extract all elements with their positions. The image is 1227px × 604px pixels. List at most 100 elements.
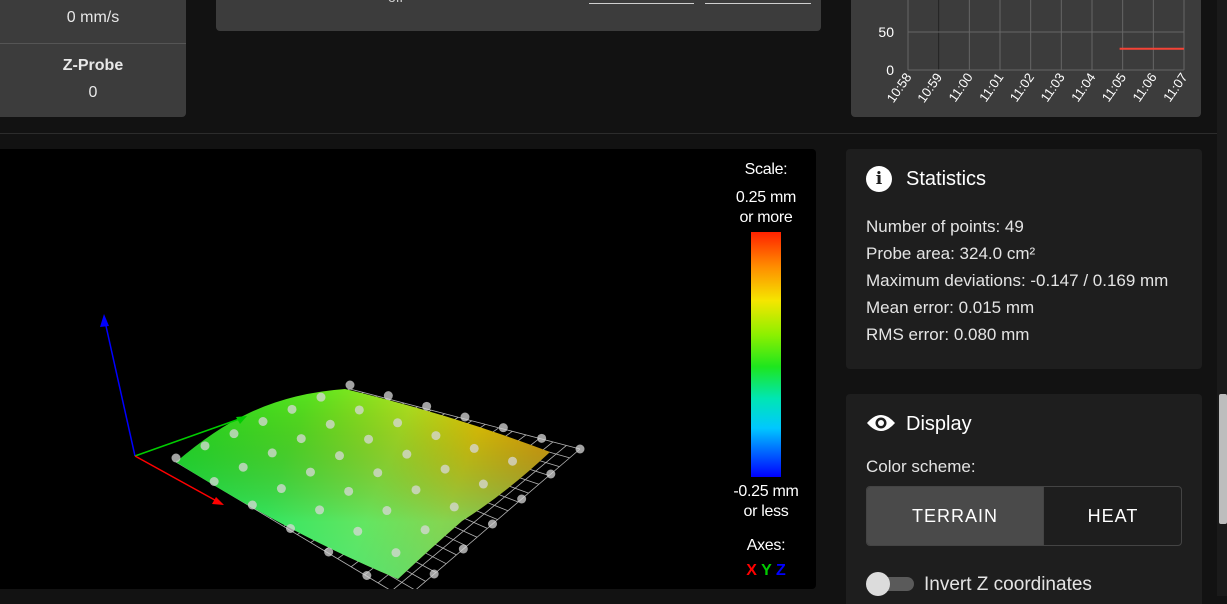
axes-title: Axes: <box>746 537 786 554</box>
probe-point <box>200 441 210 451</box>
fan-card: off <box>216 0 821 31</box>
axes-legend: X Y Z <box>720 562 812 580</box>
probe-point <box>315 505 325 515</box>
chart-x-tick: 11:06 <box>1129 70 1159 104</box>
scale-title: Scale: <box>744 161 788 178</box>
color-scale-bar <box>751 232 781 477</box>
probe-point <box>449 502 459 512</box>
probe-point <box>469 443 479 453</box>
stat-deviations: Maximum deviations: -0.147 / 0.169 mm <box>866 271 1169 290</box>
eye-icon <box>867 415 895 431</box>
probe-point <box>546 469 556 479</box>
probe-point <box>383 391 393 401</box>
probe-point <box>238 462 248 472</box>
color-scheme-toggle: TERRAIN HEAT <box>866 486 1182 546</box>
heightmap-3d-view[interactable] <box>0 149 720 589</box>
section-divider <box>0 133 1227 134</box>
probe-point <box>287 404 297 414</box>
temperature-chart-card: 50 0 10:58 10:59 11:00 11:01 11:02 11:03 11:04 11… <box>851 0 1201 117</box>
color-scheme-label: Color scheme: <box>866 457 976 476</box>
speed-value: 0 mm/s <box>66 9 120 26</box>
chart-x-tick: 11:03 <box>1037 70 1067 104</box>
probe-point <box>316 392 326 402</box>
probe-point <box>354 405 364 415</box>
probe-point <box>508 456 518 466</box>
probe-point <box>353 526 363 536</box>
probe-point <box>276 484 286 494</box>
axis-z-label: Z <box>775 562 786 579</box>
scale-min-line2: or less <box>743 503 789 520</box>
fan-state: off <box>388 0 403 5</box>
probe-point <box>229 429 239 439</box>
info-icon: i <box>866 166 892 192</box>
axis-x-label: X <box>746 562 757 579</box>
probe-point <box>258 417 268 426</box>
probe-point <box>325 419 335 429</box>
temperature-chart: 50010:58 10:59 11:00 11:01 11:02 11:03 11:04 11… <box>878 0 1190 105</box>
probe-point <box>305 467 315 477</box>
probe-point <box>458 544 468 554</box>
chart-x-tick: 11:07 <box>1160 70 1190 104</box>
probe-point <box>364 434 374 444</box>
terrain-button[interactable]: TERRAIN <box>867 487 1043 545</box>
display-card: Display Color scheme: TERRAIN HEAT Inver… <box>846 394 1202 604</box>
probe-point <box>440 464 450 474</box>
stat-rms: RMS error: 0.080 mm <box>866 325 1030 344</box>
statistics-title: Statistics <box>906 168 987 190</box>
chart-x-tick: 11:00 <box>945 70 975 104</box>
scale-min-line1: -0.25 mm <box>733 483 799 500</box>
probe-point <box>344 486 354 496</box>
probe-point <box>429 569 439 579</box>
probe-point <box>171 453 181 463</box>
scrollbar-thumb[interactable] <box>1219 394 1227 524</box>
scale-max-line1: 0.25 mm <box>735 189 797 206</box>
probe-point <box>391 548 401 558</box>
chart-x-tick: 11:02 <box>1007 70 1037 104</box>
probe-point <box>460 412 470 422</box>
probe-point <box>420 525 430 535</box>
probe-point <box>537 433 547 443</box>
probe-point <box>393 418 403 428</box>
probe-point <box>209 477 219 486</box>
heat-button[interactable]: HEAT <box>1043 487 1181 545</box>
probe-point <box>296 434 306 444</box>
invert-z-label: Invert Z coordinates <box>924 574 1092 595</box>
switch-knob <box>866 572 890 596</box>
probe-point <box>422 401 432 411</box>
probe-point <box>373 468 383 478</box>
probe-point <box>488 519 497 529</box>
stat-points: Number of points: 49 <box>866 217 1024 236</box>
probe-point <box>382 506 392 516</box>
display-title: Display <box>906 413 972 435</box>
axis-y-label: Y <box>761 562 772 579</box>
stat-mean: Mean error: 0.015 mm <box>866 298 1035 317</box>
zprobe-label: Z-Probe <box>62 57 124 74</box>
slider-track-right[interactable] <box>705 3 811 4</box>
invert-z-switch[interactable] <box>866 572 914 596</box>
probe-point <box>324 547 334 557</box>
probe-point <box>478 479 488 489</box>
probe-point <box>402 449 412 459</box>
probe-point <box>498 423 508 433</box>
probe-point <box>575 444 585 454</box>
height-surface <box>176 389 550 579</box>
probe-point <box>431 431 441 441</box>
scale-max-line2: or more <box>739 209 793 226</box>
sensor-divider <box>0 43 186 44</box>
chart-x-tick: 11:05 <box>1099 70 1129 104</box>
chart-y-tick: 0 <box>886 62 894 78</box>
probe-point <box>345 380 355 390</box>
probe-point <box>411 485 421 495</box>
probe-point <box>335 451 344 461</box>
probe-point <box>517 494 527 504</box>
stat-area: Probe area: 324.0 cm² <box>866 244 1036 263</box>
slider-track-left[interactable] <box>589 3 694 4</box>
probe-point <box>247 500 257 510</box>
probe-point <box>267 448 277 458</box>
chart-x-tick: 11:01 <box>976 70 1006 104</box>
probe-point <box>362 571 372 580</box>
chart-x-tick: 11:04 <box>1068 70 1098 104</box>
heightmap-panel[interactable]: Scale: 0.25 mm or more -0.25 mm or less … <box>0 149 816 589</box>
probe-point <box>286 524 295 533</box>
zprobe-value: 0 <box>88 84 98 101</box>
